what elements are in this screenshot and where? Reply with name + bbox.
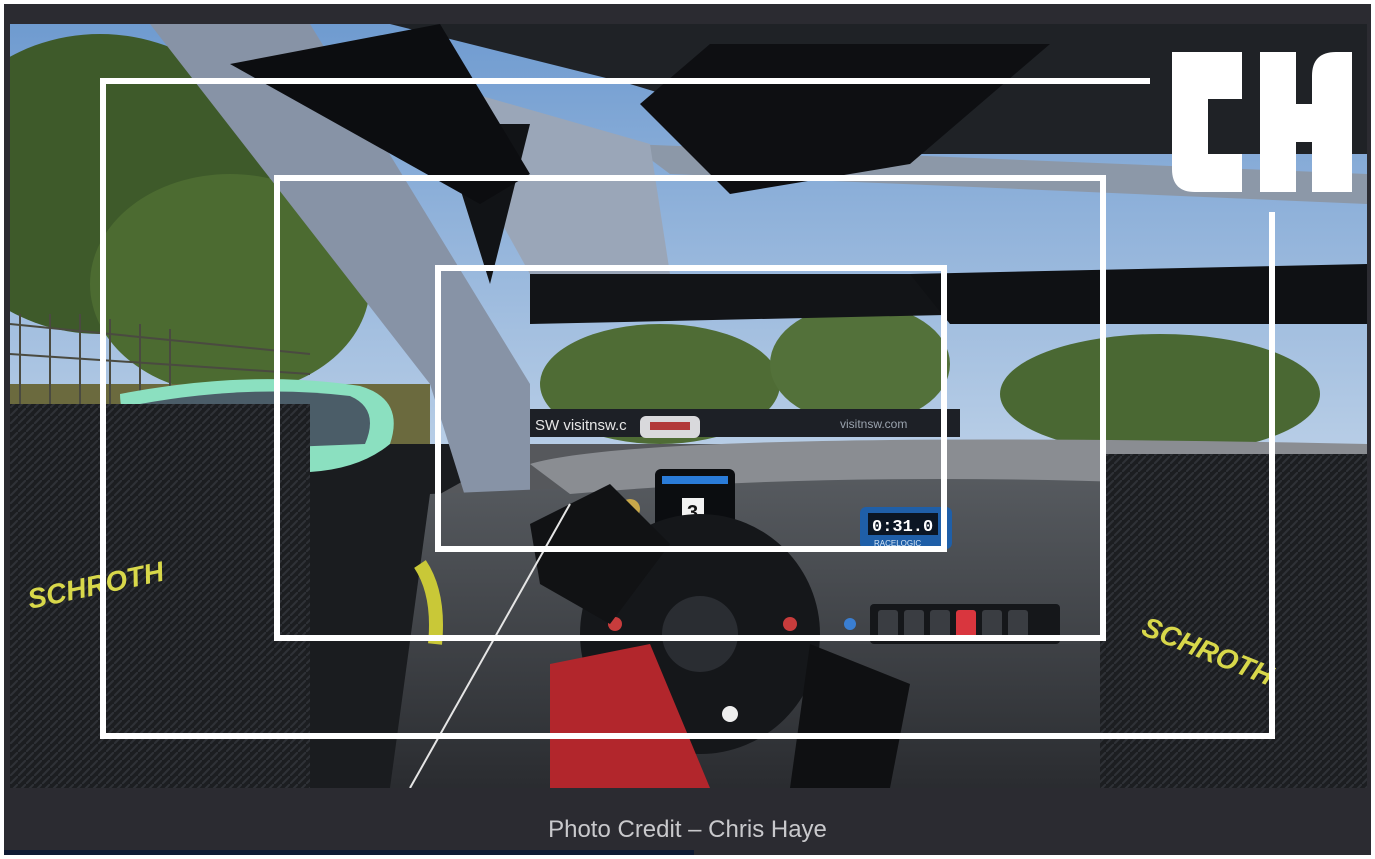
cockpit-screenshot: SW visitnsw.c visitnsw.com 3 0:31.0 RACE… xyxy=(10,24,1367,788)
timer-value: 0:31.0 xyxy=(872,518,933,537)
bottom-scroll-indicator xyxy=(4,850,694,855)
image-frame: SW visitnsw.c visitnsw.com 3 0:31.0 RACE… xyxy=(4,4,1371,855)
banner-left-text: SW visitnsw.c xyxy=(535,417,627,434)
photo-credit-caption: Photo Credit – Chris Haye xyxy=(548,816,827,843)
cockpit-scene: SW visitnsw.c visitnsw.com 3 0:31.0 RACE… xyxy=(10,24,1367,788)
banner-right-text: visitnsw.com xyxy=(840,417,907,431)
ch-logo xyxy=(1172,52,1352,192)
